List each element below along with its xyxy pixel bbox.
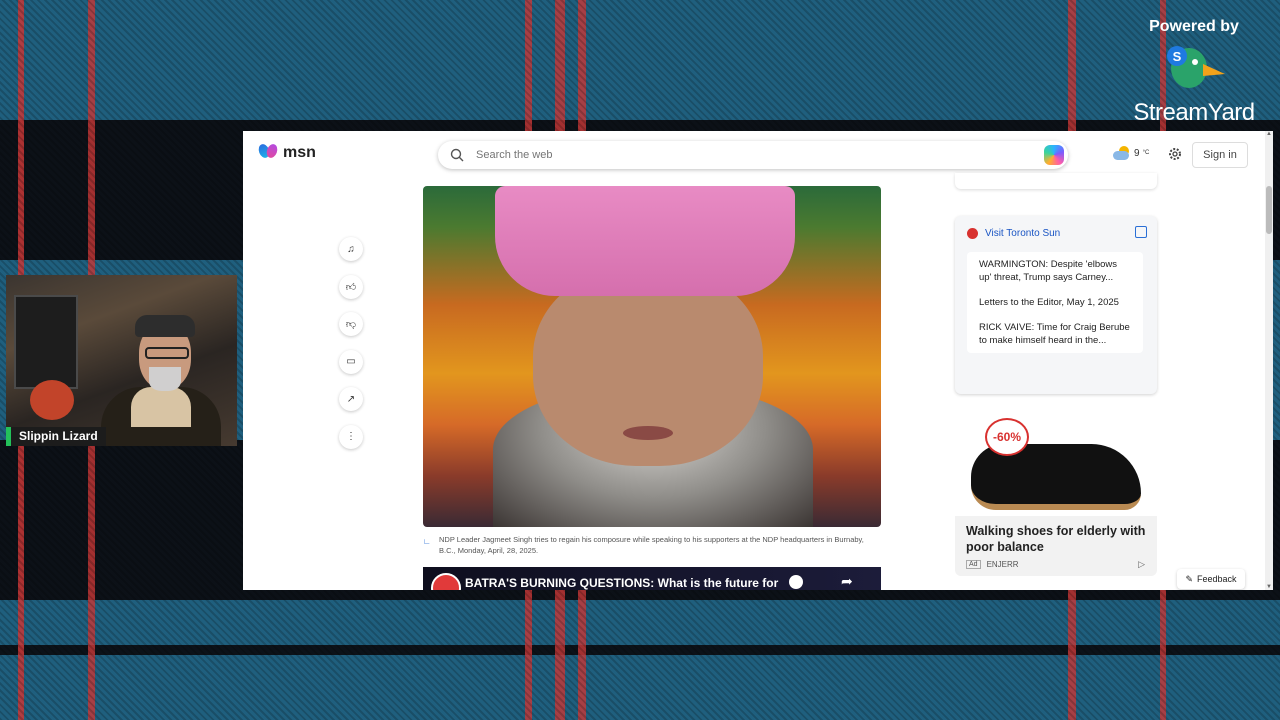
weather-widget[interactable]: 9 °C [1113,146,1149,160]
image-caption: ∟ NDP Leader Jagmeet Singh tries to rega… [423,534,881,556]
copilot-icon[interactable] [1044,145,1064,165]
ad-image: -60% [955,404,1157,516]
scroll-up-icon[interactable]: ▲ [1265,131,1273,137]
discount-badge: -60% [985,418,1029,456]
ad-advertiser: ENJERR [986,560,1019,569]
feedback-button[interactable]: ✎ Feedback [1177,569,1245,589]
caption-marker-icon: ∟ [423,537,431,546]
presenter-name-tag: Slippin Lizard [6,427,106,446]
card-headline-list: WARMINGTON: Despite 'elbows up' threat, … [967,252,1143,353]
gear-icon[interactable] [1167,146,1183,162]
watch-later-icon[interactable] [789,575,803,589]
search-input[interactable] [474,148,1018,162]
headphones-icon[interactable]: ♫ [339,237,363,261]
toronto-sun-logo [431,573,461,590]
streamyard-brand: StreamYard [1133,99,1255,126]
ad-meta: Ad ENJERR [966,560,1019,569]
scrollbar-thumb[interactable] [1266,186,1272,234]
search-bar[interactable] [438,141,1068,169]
dislike-icon[interactable]: 👎︎ [339,312,363,336]
video-player[interactable]: BATRA'S BURNING QUESTIONS: What is the f… [423,567,881,590]
browser-window: msn 9°C Sign in ♫ 👍︎ 👎︎ ▭ ↗ ⋮ ∟ NDP Lead… [243,131,1273,590]
msn-logo-text: msn [283,144,316,161]
toronto-sun-card: Visit Toronto Sun WARMINGTON: Despite 'e… [955,216,1157,394]
image-caption-text: NDP Leader Jagmeet Singh tries to regain… [439,535,864,555]
weather-temp: 9 [1134,147,1140,159]
share-icon[interactable]: ↗ [339,387,363,411]
ad-headline[interactable]: Walking shoes for elderly with poor bala… [966,523,1151,555]
headline-item[interactable]: RICK VAIVE: Time for Craig Berube to mak… [967,315,1143,353]
search-icon [450,148,464,162]
headline-item[interactable]: WARMINGTON: Despite 'elbows up' threat, … [967,252,1143,290]
video-share-icon[interactable]: ➦ [841,573,853,590]
headline-item[interactable]: Letters to the Editor, May 1, 2025 [967,290,1143,315]
powered-by-text: Powered by [1149,18,1239,35]
ad-tag: Ad [966,560,981,569]
sign-in-button[interactable]: Sign in [1192,142,1248,168]
like-icon[interactable]: 👍︎ [339,274,363,299]
card-source-link[interactable]: Visit Toronto Sun [985,228,1060,239]
external-link-icon[interactable] [1135,226,1147,238]
weather-unit: °C [1142,150,1150,156]
background-shelf [14,295,78,389]
feedback-icon: ✎ [1185,573,1193,584]
card-header[interactable]: Visit Toronto Sun [967,228,1060,239]
msn-logo[interactable]: msn [256,142,316,162]
streamyard-duck-icon: S [1167,46,1225,88]
partly-cloudy-icon [1113,146,1131,160]
ad-choices-icon[interactable]: ▷ [1138,559,1145,570]
more-icon[interactable]: ⋮ [339,424,363,449]
previous-card-bottom [955,173,1157,189]
msn-header: msn 9°C Sign in [243,131,1273,179]
page-scrollbar[interactable]: ▲ ▼ [1265,131,1273,590]
webcam-feed [6,275,237,446]
streamyard-watermark: Powered by S StreamYard [1124,18,1264,127]
article-action-rail: ♫ 👍︎ 👎︎ ▭ ↗ ⋮ [339,237,363,462]
article-hero-image [423,186,881,527]
video-title: BATRA'S BURNING QUESTIONS: What is the f… [465,576,779,590]
svg-text:S: S [1173,49,1182,64]
sponsored-ad-card[interactable]: -60% Walking shoes for elderly with poor… [955,404,1157,576]
presenter [101,315,221,446]
background-lamp [30,380,74,420]
scroll-down-icon[interactable]: ▼ [1265,584,1273,590]
butterfly-icon [256,142,280,162]
toronto-sun-icon [967,228,978,239]
feedback-label: Feedback [1197,574,1237,584]
comment-icon[interactable]: ▭ [339,349,363,374]
